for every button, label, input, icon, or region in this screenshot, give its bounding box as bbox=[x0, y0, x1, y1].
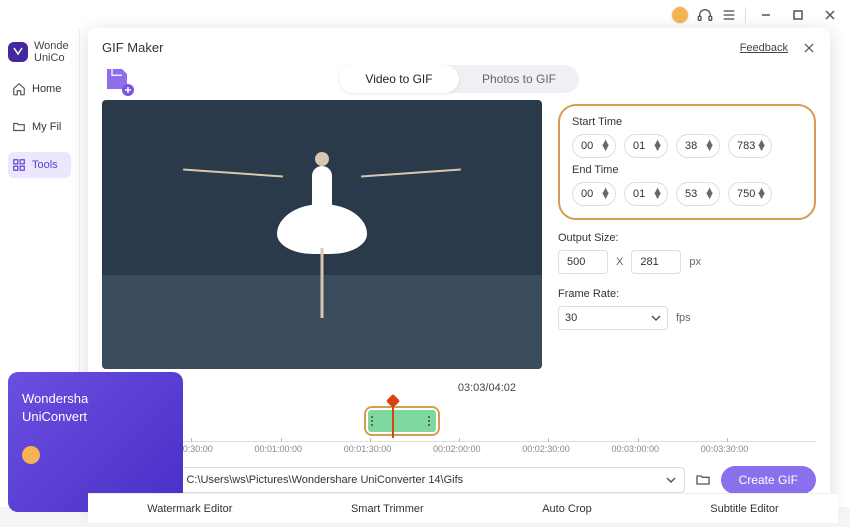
framerate-unit: fps bbox=[676, 312, 691, 324]
promo-line2: UniConvert bbox=[22, 408, 169, 426]
end-sec-input[interactable]: 53▲▼ bbox=[676, 182, 720, 206]
start-ms-input[interactable]: 783▲▼ bbox=[728, 134, 772, 158]
mode-segmented-control: Video to GIF Photos to GIF bbox=[339, 65, 579, 93]
promo-card[interactable]: Wondersha UniConvert bbox=[8, 372, 183, 512]
app-logo-icon bbox=[8, 42, 28, 62]
time-display: 03:03/04:02 bbox=[458, 382, 816, 394]
framerate-select[interactable]: 30 bbox=[558, 306, 668, 330]
sidebar-item-home[interactable]: Home bbox=[8, 76, 71, 102]
promo-dot-icon bbox=[22, 446, 40, 464]
range-handle-left[interactable] bbox=[371, 411, 376, 431]
start-hour-input[interactable]: 00▲▼ bbox=[572, 134, 616, 158]
end-ms-input[interactable]: 750▲▼ bbox=[728, 182, 772, 206]
tool-smart-trimmer[interactable]: Smart Trimmer bbox=[351, 503, 424, 515]
start-time-label: Start Time bbox=[572, 116, 802, 128]
tool-subtitle-editor[interactable]: Subtitle Editor bbox=[710, 503, 778, 515]
video-preview[interactable] bbox=[102, 100, 542, 369]
playhead[interactable] bbox=[392, 400, 394, 438]
tools-icon bbox=[12, 158, 26, 172]
chevron-down-icon bbox=[666, 475, 676, 485]
folder-icon bbox=[12, 120, 26, 134]
end-hour-input[interactable]: 00▲▼ bbox=[572, 182, 616, 206]
file-location-select[interactable]: C:\Users\ws\Pictures\Wondershare UniConv… bbox=[177, 467, 684, 493]
tool-auto-crop[interactable]: Auto Crop bbox=[542, 503, 592, 515]
output-size-label: Output Size: bbox=[558, 232, 816, 244]
timeline[interactable]: 00:00:00:0000:00:30:0000:01:00:0000:01:3… bbox=[102, 402, 816, 457]
sidebar-item-tools[interactable]: Tools bbox=[8, 152, 71, 178]
output-height-input[interactable]: 281 bbox=[631, 250, 681, 274]
chevron-down-icon bbox=[651, 313, 661, 323]
close-window-button[interactable] bbox=[818, 3, 842, 27]
home-icon bbox=[12, 82, 26, 96]
avatar[interactable] bbox=[671, 6, 689, 24]
sidebar-item-label: Tools bbox=[32, 159, 58, 171]
tab-video-to-gif[interactable]: Video to GIF bbox=[339, 65, 459, 93]
promo-line1: Wondersha bbox=[22, 390, 169, 408]
selection-highlight-box bbox=[364, 406, 440, 436]
feedback-link[interactable]: Feedback bbox=[740, 42, 788, 54]
close-icon[interactable] bbox=[802, 41, 816, 55]
start-min-input[interactable]: 01▲▼ bbox=[624, 134, 668, 158]
range-handle-right[interactable] bbox=[428, 411, 433, 431]
start-sec-input[interactable]: 38▲▼ bbox=[676, 134, 720, 158]
headset-icon[interactable] bbox=[697, 7, 713, 23]
gif-maker-panel: GIF Maker Feedback Video to GIF Photos t… bbox=[88, 28, 830, 508]
brand-line2: UniCo bbox=[34, 52, 69, 64]
sidebar-item-label: My Fil bbox=[32, 121, 61, 133]
time-range-group: Start Time 00▲▼ 01▲▼ 38▲▼ 783▲▼ End Time… bbox=[558, 104, 816, 220]
output-width-input[interactable]: 500 bbox=[558, 250, 608, 274]
size-separator: X bbox=[616, 256, 623, 268]
brand-line1: Wonde bbox=[34, 40, 69, 52]
size-unit: px bbox=[689, 256, 701, 268]
end-time-label: End Time bbox=[572, 164, 802, 176]
sidebar-item-files[interactable]: My Fil bbox=[8, 114, 71, 140]
sidebar-item-label: Home bbox=[32, 83, 61, 95]
maximize-button[interactable] bbox=[786, 3, 810, 27]
create-gif-button[interactable]: Create GIF bbox=[721, 466, 816, 494]
bottom-tool-strip: Watermark Editor Smart Trimmer Auto Crop… bbox=[88, 493, 838, 523]
open-folder-icon[interactable] bbox=[695, 472, 711, 488]
timeline-tick: 00:03:30:00 bbox=[727, 442, 816, 457]
add-file-button[interactable] bbox=[102, 64, 132, 94]
minimize-button[interactable] bbox=[754, 3, 778, 27]
tool-watermark-editor[interactable]: Watermark Editor bbox=[147, 503, 232, 515]
tab-photos-to-gif[interactable]: Photos to GIF bbox=[459, 65, 579, 93]
selection-range[interactable] bbox=[368, 410, 436, 432]
panel-title: GIF Maker bbox=[102, 40, 163, 55]
framerate-label: Frame Rate: bbox=[558, 288, 816, 300]
end-min-input[interactable]: 01▲▼ bbox=[624, 182, 668, 206]
brand: Wonde UniCo bbox=[8, 40, 71, 64]
menu-icon[interactable] bbox=[721, 7, 737, 23]
